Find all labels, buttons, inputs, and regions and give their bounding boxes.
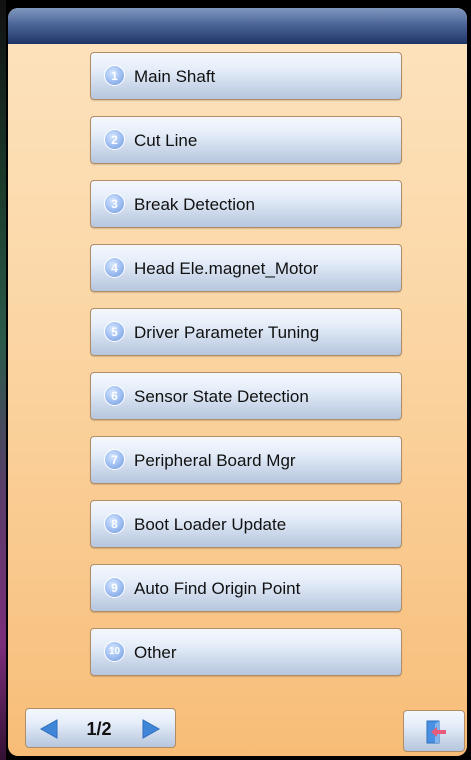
menu-item-label: Cut Line xyxy=(134,131,198,150)
left-edge-accent xyxy=(0,0,6,760)
menu-item-break-detection[interactable]: 3 Break Detection xyxy=(90,180,402,228)
menu-item-auto-find-origin-point[interactable]: 9 Auto Find Origin Point xyxy=(90,564,402,612)
menu-item-boot-loader-update[interactable]: 8 Boot Loader Update xyxy=(90,500,402,548)
menu-item-other[interactable]: 10 Other xyxy=(90,628,402,676)
title-bar xyxy=(8,8,467,44)
right-arrow-icon[interactable] xyxy=(140,718,162,740)
menu-item-head-magnet-motor[interactable]: 4 Head Ele.magnet_Motor xyxy=(90,244,402,292)
menu-item-label: Break Detection xyxy=(134,195,255,214)
main-panel: 1 Main Shaft 2 Cut Line 3 Break Detectio… xyxy=(8,8,467,756)
number-badge: 10 xyxy=(104,641,125,662)
number-badge: 5 xyxy=(104,321,125,342)
menu-list: 1 Main Shaft 2 Cut Line 3 Break Detectio… xyxy=(90,52,402,692)
menu-item-peripheral-board-mgr[interactable]: 7 Peripheral Board Mgr xyxy=(90,436,402,484)
number-badge: 4 xyxy=(104,257,125,278)
number-badge: 9 xyxy=(104,577,125,598)
menu-item-driver-parameter-tuning[interactable]: 5 Driver Parameter Tuning xyxy=(90,308,402,356)
menu-item-label: Boot Loader Update xyxy=(134,515,287,534)
number-badge: 7 xyxy=(104,449,125,470)
menu-item-label: Head Ele.magnet_Motor xyxy=(134,259,319,278)
menu-item-label: Other xyxy=(134,643,177,662)
pager: 1/2 xyxy=(25,708,176,748)
menu-item-sensor-state-detection[interactable]: 6 Sensor State Detection xyxy=(90,372,402,420)
screen-frame: 1 Main Shaft 2 Cut Line 3 Break Detectio… xyxy=(0,0,471,760)
left-arrow-icon[interactable] xyxy=(38,718,60,740)
menu-item-main-shaft[interactable]: 1 Main Shaft xyxy=(90,52,402,100)
menu-item-label: Peripheral Board Mgr xyxy=(134,451,296,470)
number-badge: 3 xyxy=(104,193,125,214)
menu-item-label: Main Shaft xyxy=(134,67,216,86)
exit-door-icon xyxy=(426,720,446,744)
exit-button[interactable] xyxy=(403,710,465,752)
number-badge: 8 xyxy=(104,513,125,534)
page-indicator: 1/2 xyxy=(86,719,112,739)
menu-item-cut-line[interactable]: 2 Cut Line xyxy=(90,116,402,164)
menu-item-label: Driver Parameter Tuning xyxy=(134,323,320,342)
menu-item-label: Sensor State Detection xyxy=(134,387,309,406)
menu-item-label: Auto Find Origin Point xyxy=(134,579,301,598)
number-badge: 1 xyxy=(104,65,125,86)
number-badge: 2 xyxy=(104,129,125,150)
number-badge: 6 xyxy=(104,385,125,406)
